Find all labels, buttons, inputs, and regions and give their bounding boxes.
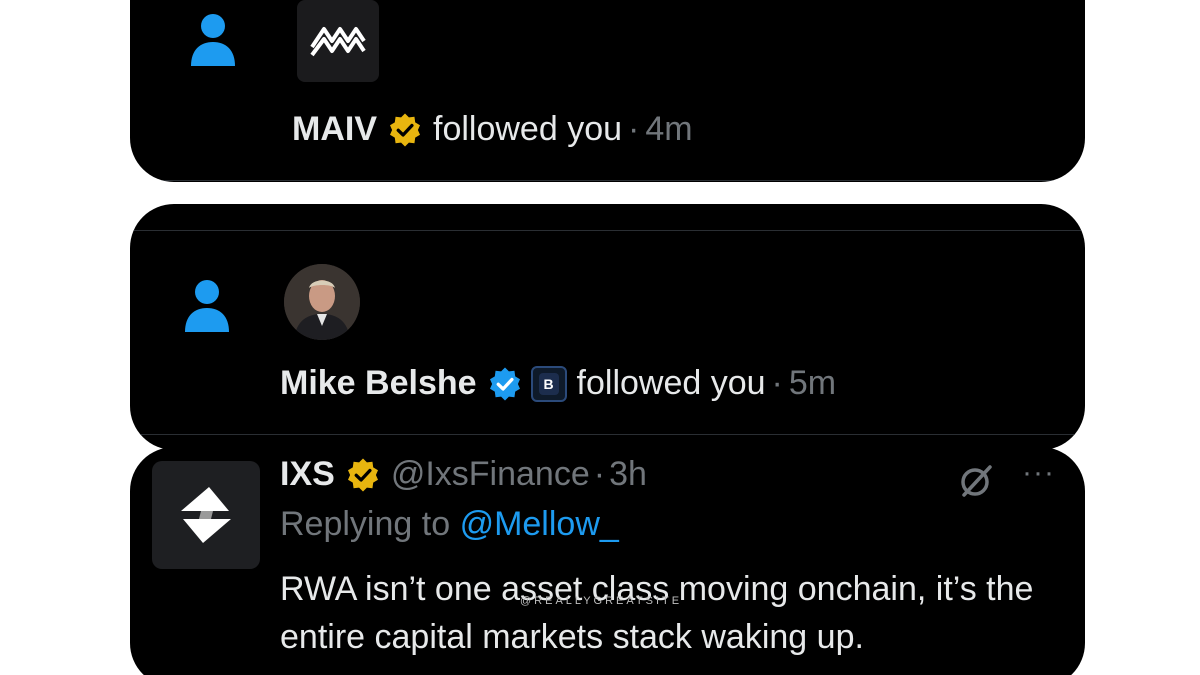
tweet-card-ixs[interactable]: IXS @IxsFinance · 3h ··· Replying to @Me… (130, 447, 1085, 675)
ixs-logo-icon (181, 487, 231, 543)
action-text: followed you (433, 110, 623, 148)
person-icon (184, 278, 230, 332)
tweet-timestamp[interactable]: 3h (609, 455, 647, 494)
user-name[interactable]: Mike Belshe (280, 364, 477, 403)
action-text: followed you (576, 364, 766, 402)
user-name[interactable]: MAIV (292, 110, 377, 149)
timestamp: 5m (788, 364, 837, 402)
divider (130, 180, 1085, 181)
gold-verified-badge-icon (387, 112, 423, 148)
affiliate-badge-icon[interactable]: B (530, 365, 567, 402)
person-icon (190, 12, 236, 66)
tweet-author-handle[interactable]: @IxsFinance (391, 455, 590, 494)
profile-photo-icon (284, 264, 360, 340)
mike-belshe-avatar[interactable] (284, 264, 360, 340)
grok-icon[interactable] (958, 463, 994, 499)
notification-card-maiv[interactable]: MAIV followed you · 4m (130, 0, 1085, 182)
notification-text: MAIV followed you · 4m (292, 110, 693, 149)
tweet-header: IXS @IxsFinance · 3h (280, 455, 647, 494)
more-options-icon[interactable]: ··· (1022, 455, 1062, 491)
screenshot-collage: MAIV followed you · 4m Mike Belshe B fol… (0, 0, 1200, 675)
timestamp: 4m (645, 110, 693, 148)
affiliate-badge-letter: B (538, 372, 559, 395)
replying-to-line: Replying to @Mellow_ (280, 505, 619, 544)
divider (130, 434, 1085, 435)
gold-verified-badge-icon (345, 457, 381, 493)
blue-verified-badge-icon (487, 366, 523, 402)
separator-dot: · (628, 110, 640, 148)
separator-dot: · (771, 364, 783, 402)
reply-mention-link[interactable]: @Mellow_ (460, 505, 619, 543)
watermark: @REALLYGREATSITE (520, 595, 683, 607)
replying-prefix: Replying to (280, 505, 451, 543)
separator-dot: · (593, 455, 606, 493)
tweet-body: RWA isn’t one asset class moving onchain… (280, 570, 1034, 656)
divider (130, 230, 1085, 231)
notification-card-mike-belshe[interactable]: Mike Belshe B followed you · 5m (130, 204, 1085, 450)
maiv-logo-avatar[interactable] (297, 0, 379, 82)
notification-text: Mike Belshe B followed you · 5m (280, 364, 836, 403)
ixs-logo-avatar[interactable] (152, 461, 260, 569)
tweet-author-name[interactable]: IXS (280, 455, 335, 494)
maiv-logo-icon (310, 27, 366, 57)
